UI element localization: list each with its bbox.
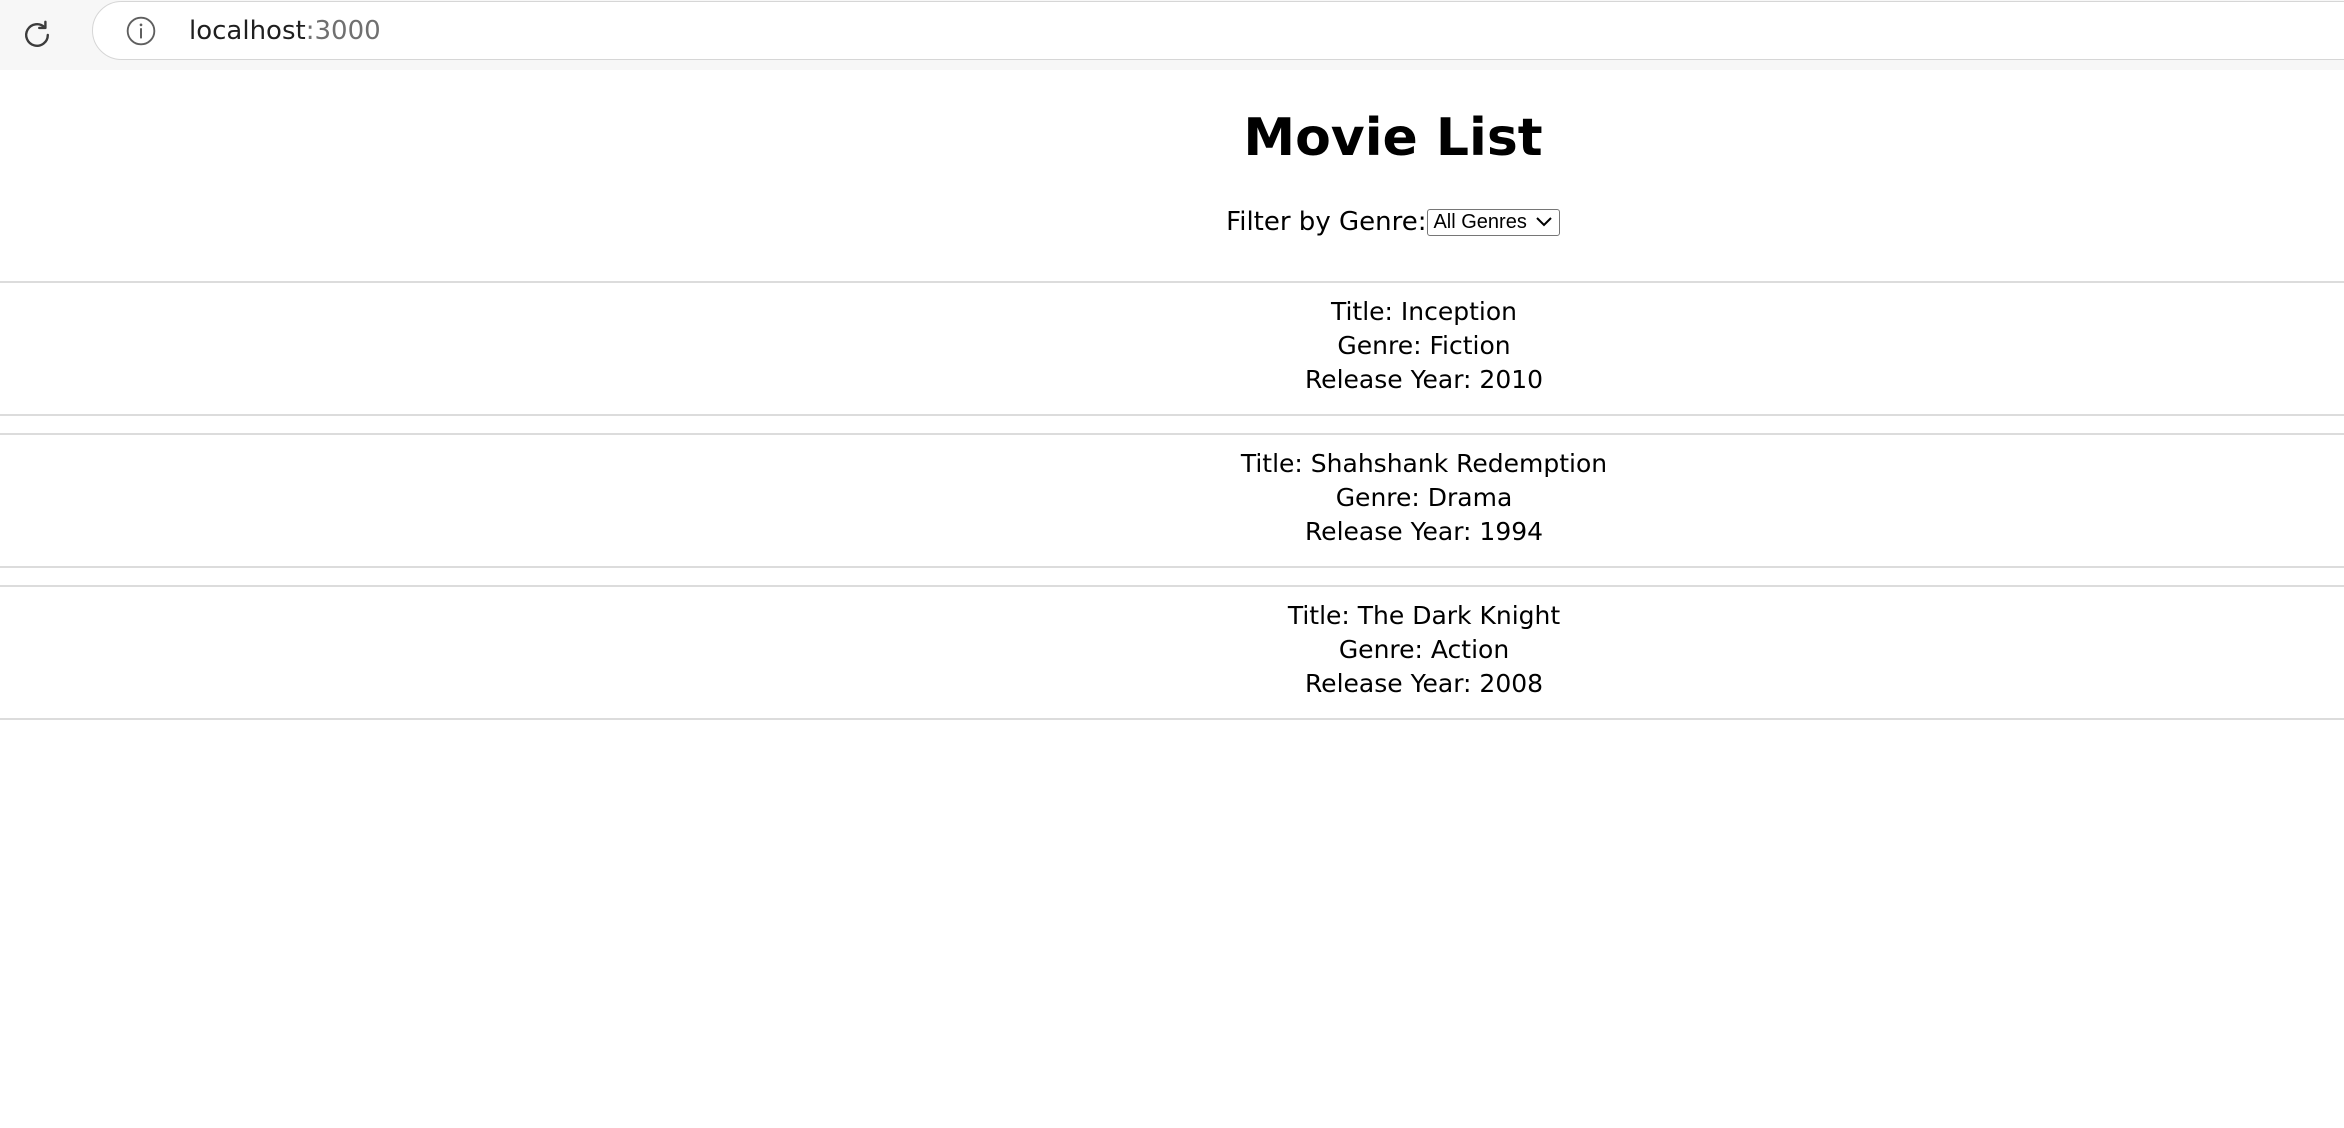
genre-select-value: All Genres	[1433, 211, 1527, 233]
chevron-down-icon	[1535, 216, 1553, 228]
browser-toolbar: localhost:3000	[0, 0, 2344, 70]
filter-label: Filter by Genre:	[1226, 207, 1427, 237]
movie-card: Title: Shahshank Redemption Genre: Drama…	[0, 433, 2344, 568]
reload-icon	[25, 20, 49, 47]
address-bar[interactable]: localhost:3000	[92, 1, 2344, 60]
movie-card: Title: Inception Genre: Fiction Release …	[0, 281, 2344, 416]
movie-genre: Genre: Action	[1338, 635, 1510, 664]
movie-card: Title: The Dark Knight Genre: Action Rel…	[0, 585, 2344, 720]
url-port: :3000	[305, 16, 381, 46]
reload-button[interactable]	[14, 12, 60, 58]
info-icon[interactable]	[125, 15, 157, 47]
movie-year: Release Year: 2008	[1304, 669, 1544, 698]
page-content: Movie List Filter by Genre: All Genres T…	[0, 70, 2344, 1128]
movie-year: Release Year: 1994	[1304, 517, 1544, 546]
genre-select[interactable]: All Genres	[1427, 208, 1560, 236]
url-host: localhost	[189, 16, 306, 46]
url-text[interactable]: localhost:3000	[189, 16, 381, 46]
genre-filter: Filter by Genre: All Genres	[0, 206, 2344, 238]
movie-genre: Genre: Drama	[1335, 483, 1513, 512]
page-title: Movie List	[1243, 108, 1543, 168]
movie-title: Title: Inception	[1330, 297, 1518, 326]
movie-genre: Genre: Fiction	[1337, 331, 1511, 360]
movie-title: Title: The Dark Knight	[1287, 601, 1561, 630]
movie-title: Title: Shahshank Redemption	[1240, 449, 1608, 478]
movie-year: Release Year: 2010	[1304, 365, 1544, 394]
